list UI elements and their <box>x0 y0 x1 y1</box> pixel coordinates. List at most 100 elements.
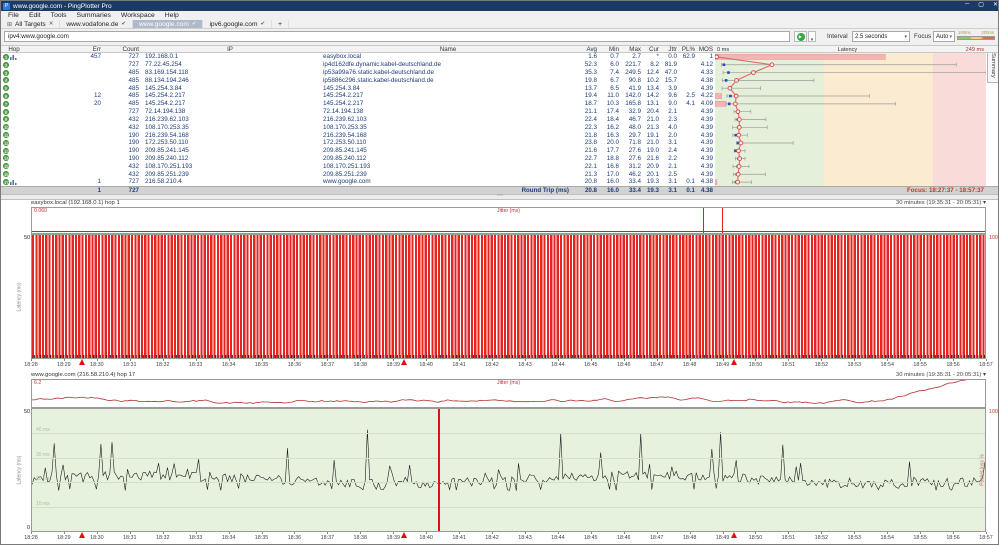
event-marker-icon[interactable] <box>730 359 737 365</box>
menu-workspace[interactable]: Workspace <box>116 12 160 19</box>
all-targets-grid-icon: ⊞ <box>7 21 13 28</box>
col-header-latency[interactable]: 0 ms Latency 249 ms <box>715 46 986 53</box>
close-tab-icon[interactable]: ✕ <box>49 21 54 27</box>
hop-number-badge: 8 <box>3 108 9 115</box>
round-trip-cur: 19.3 <box>646 187 659 194</box>
trace-options-dropdown[interactable]: ▾ <box>808 31 816 43</box>
mos-cell: 4.39 <box>700 162 713 170</box>
err-cell <box>27 139 103 147</box>
time-label: 18:56 <box>946 362 960 368</box>
graph1-loss-max: 100 <box>989 235 998 241</box>
start-trace-button[interactable]: ▶ <box>794 31 807 42</box>
tracing-check-icon[interactable]: ✔ <box>121 21 126 27</box>
event-marker-icon[interactable] <box>401 359 408 365</box>
avg-cell: 21.6 <box>584 147 597 155</box>
menu-summaries[interactable]: Summaries <box>72 12 116 19</box>
count-cell: 432 <box>128 123 139 131</box>
name-cell: 216.239.62.103 <box>323 115 367 123</box>
col-header-min[interactable]: Min <box>599 46 621 53</box>
hop-cell: 9 <box>1 116 27 124</box>
tracing-check-icon[interactable]: ✔ <box>260 21 265 27</box>
col-header-count[interactable]: Count <box>103 46 141 53</box>
time-label: 18:46 <box>617 535 631 541</box>
tab-www.vodafone.de[interactable]: www.vodafone.de ✔ <box>60 20 133 28</box>
interval-select[interactable]: 2.5 seconds ▾ <box>852 31 910 42</box>
jttr-cell: 2.2 <box>668 154 677 162</box>
jttr-cell: 2.3 <box>668 115 677 123</box>
event-marker-icon[interactable] <box>730 532 737 538</box>
col-header-avg[interactable]: Avg <box>577 46 599 53</box>
avg-cell: 20.8 <box>584 178 597 186</box>
focus-select[interactable]: Auto ▾ <box>933 31 955 42</box>
time-label: 18:28 <box>24 535 38 541</box>
event-marker-icon[interactable] <box>78 359 85 365</box>
tracing-check-icon[interactable]: ✔ <box>192 21 197 27</box>
close-icon[interactable]: ✕ <box>993 1 998 8</box>
time-label: 18:35 <box>254 535 269 541</box>
time-label: 18:43 <box>518 535 532 541</box>
tab-www.google.com[interactable]: www.google.com ✔ <box>132 20 204 28</box>
jttr-cell: 0.0 <box>668 53 677 61</box>
err-cell <box>27 170 103 178</box>
maximize-icon[interactable]: ▢ <box>978 1 984 8</box>
chevron-down-icon: ▾ <box>810 37 814 43</box>
time-label: 18:38 <box>353 535 368 541</box>
legend-gradient-bar <box>957 36 995 40</box>
max-cell: 90.8 <box>628 76 641 84</box>
name-cell: 172.253.50.110 <box>323 139 367 147</box>
avg-marker <box>736 164 742 169</box>
col-header-hop[interactable]: Hop <box>1 46 27 53</box>
hop-number-badge: 12 <box>3 139 9 146</box>
graph2-range-dropdown[interactable]: 30 minutes (19:35:31 - 20:05:31) ▾ <box>896 372 986 378</box>
jttr-cell: 9.6 <box>668 92 677 100</box>
mos-cell: 4.09 <box>700 100 713 108</box>
time-label: 18:31 <box>123 362 137 368</box>
err-cell <box>27 84 103 92</box>
menu-tools[interactable]: Tools <box>46 12 72 19</box>
graph1-jitter-panel[interactable]: 0.060 Jitter (ms) <box>31 207 986 234</box>
graph1-range-dropdown[interactable]: 30 minutes (19:35:31 - 20:05:31) ▾ <box>896 200 986 206</box>
count-cell: 485 <box>128 84 139 92</box>
col-header-cur[interactable]: Cur <box>643 46 661 53</box>
col-header-jttr[interactable]: Jttr <box>661 46 679 53</box>
err-cell: 1 <box>97 178 101 186</box>
graph2-timeline[interactable]: 50 0 100 Latency (ms) Packet loss % 40 m… <box>16 408 998 532</box>
col-header-mos[interactable]: MOS <box>697 46 715 53</box>
ip-cell: 145.254.2.217 <box>145 100 186 108</box>
menu-edit[interactable]: Edit <box>24 12 46 19</box>
time-label: 18:37 <box>320 535 335 541</box>
hop-cell: 6 <box>1 92 27 100</box>
count-cell: 485 <box>128 76 139 84</box>
col-header-pl[interactable]: PL% <box>679 46 697 53</box>
round-trip-row[interactable]: 1 727 Round Trip (ms) 20.8 16.0 33.4 19.… <box>1 186 998 194</box>
tab-ipv6.google.com[interactable]: ipv6.google.com ✔ <box>203 20 273 28</box>
ip-cell: 192.168.0.1 <box>145 53 179 61</box>
menu-help[interactable]: Help <box>160 12 184 19</box>
col-header-max[interactable]: Max <box>621 46 643 53</box>
cur-cell: 19.3 <box>646 178 659 186</box>
col-header-name[interactable]: Name <box>319 46 577 53</box>
avg-marker <box>733 101 738 107</box>
time-label: 18:53 <box>847 535 862 541</box>
name-cell: 72.14.194.138 <box>323 108 364 116</box>
col-header-ip[interactable]: IP <box>141 46 319 53</box>
graph2-jitter-panel[interactable]: 6.2 Jitter (ms) <box>31 379 986 408</box>
minimize-icon[interactable]: ─ <box>965 1 969 8</box>
time-label: 18:39 <box>386 362 400 368</box>
col-header-err[interactable]: Err <box>27 46 103 53</box>
target-input[interactable] <box>4 31 790 42</box>
cur-cell: 20.9 <box>646 162 659 170</box>
avg-cell: 22.7 <box>584 154 597 162</box>
count-cell: 727 <box>128 178 139 186</box>
round-trip-max: 33.4 <box>628 187 641 194</box>
title-bar[interactable]: P www.google.com - PingPlotter Pro ─ ▢ ✕ <box>1 1 998 11</box>
event-marker-icon[interactable] <box>78 532 85 538</box>
event-marker-icon[interactable] <box>401 532 408 538</box>
new-tab-button[interactable]: + <box>272 20 289 28</box>
time-label: 18:34 <box>221 362 236 368</box>
menu-file[interactable]: File <box>3 12 24 19</box>
round-trip-err: 1 <box>97 187 101 194</box>
name-cell: 216.239.54.168 <box>323 131 367 139</box>
tab-all-targets[interactable]: ⊞ All Targets ✕ <box>1 20 61 28</box>
graph1-timeline[interactable]: 50 100 Latency (ms) Packet loss % <box>16 234 998 359</box>
